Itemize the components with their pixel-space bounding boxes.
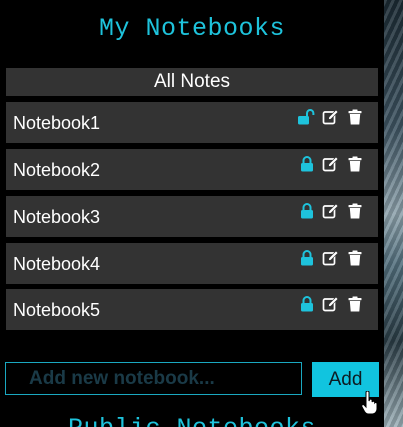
edit-icon[interactable] bbox=[321, 249, 340, 267]
notebook-item[interactable]: Notebook5 bbox=[6, 289, 378, 330]
trash-icon[interactable] bbox=[345, 249, 364, 267]
background-image bbox=[384, 0, 403, 427]
trash-icon[interactable] bbox=[345, 108, 364, 126]
lock-icon[interactable] bbox=[297, 155, 316, 173]
notebook-label: Notebook2 bbox=[13, 160, 101, 180]
notebook-item[interactable]: Notebook2 bbox=[6, 149, 378, 190]
notebook-label: Notebook5 bbox=[13, 300, 101, 320]
notebook-actions bbox=[297, 295, 364, 313]
notebook-actions bbox=[297, 108, 364, 126]
edit-icon[interactable] bbox=[321, 202, 340, 220]
edit-icon[interactable] bbox=[321, 295, 340, 313]
notebook-actions bbox=[297, 202, 364, 220]
notebooks-sidebar: My Notebooks All Notes Notebook1 Noteboo… bbox=[0, 0, 384, 427]
public-notebooks-title: Public Notebooks bbox=[0, 414, 384, 427]
notebook-item[interactable]: Notebook1 bbox=[6, 102, 378, 143]
notebook-item[interactable]: Notebook3 bbox=[6, 196, 378, 237]
trash-icon[interactable] bbox=[345, 155, 364, 173]
edit-icon[interactable] bbox=[321, 155, 340, 173]
lock-icon[interactable] bbox=[297, 202, 316, 220]
unlock-icon[interactable] bbox=[297, 108, 316, 126]
notebook-label: Notebook3 bbox=[13, 207, 101, 227]
hand-cursor-icon bbox=[361, 390, 378, 420]
notebook-actions bbox=[297, 249, 364, 267]
all-notes-button[interactable]: All Notes bbox=[6, 68, 378, 96]
notebook-actions bbox=[297, 155, 364, 173]
lock-icon[interactable] bbox=[297, 249, 316, 267]
trash-icon[interactable] bbox=[345, 295, 364, 313]
lock-icon[interactable] bbox=[297, 295, 316, 313]
page-title: My Notebooks bbox=[98, 14, 286, 43]
notebook-label: Notebook4 bbox=[13, 254, 101, 274]
new-notebook-input[interactable] bbox=[5, 362, 302, 395]
notebook-item[interactable]: Notebook4 bbox=[6, 243, 378, 284]
notebook-label: Notebook1 bbox=[13, 113, 101, 133]
trash-icon[interactable] bbox=[345, 202, 364, 220]
edit-icon[interactable] bbox=[321, 108, 340, 126]
